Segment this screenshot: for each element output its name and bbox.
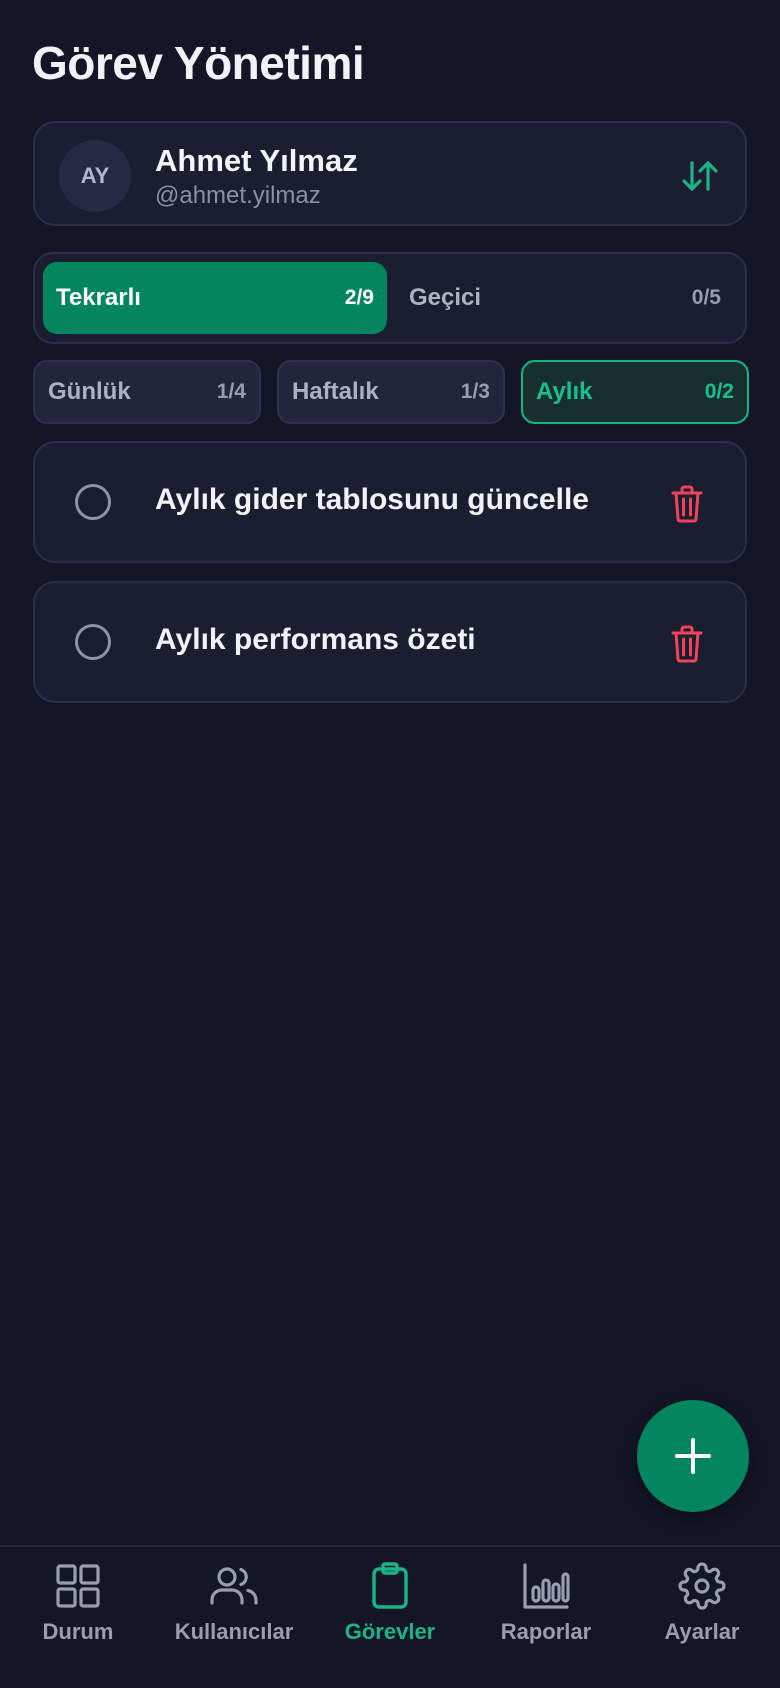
delete-task-button[interactable] [671, 485, 703, 523]
page-title: Görev Yönetimi [32, 37, 365, 89]
nav-label: Görevler [344, 1619, 436, 1644]
tab-temporary-count: 0/5 [691, 286, 721, 309]
period-monthly-label: Aylık [536, 378, 593, 405]
tab-recurring-label: Tekrarlı [56, 284, 141, 311]
trash-icon [671, 625, 703, 663]
task-checkbox[interactable] [75, 624, 111, 660]
nav-item-kullanicilar[interactable]: Kullanıcılar [156, 1561, 312, 1661]
period-weekly-count: 1/3 [460, 380, 490, 403]
nav-label: Ayarlar [664, 1619, 740, 1644]
tab-recurring[interactable]: Tekrarlı 2/9 [43, 262, 387, 334]
nav-item-durum[interactable]: Durum [0, 1561, 156, 1661]
nav-label: Kullanıcılar [174, 1619, 294, 1644]
nav-item-raporlar[interactable]: Raporlar [468, 1561, 624, 1661]
task-checkbox[interactable] [75, 484, 111, 520]
period-monthly[interactable]: Aylık 0/2 [521, 360, 749, 424]
switch-user-button[interactable] [677, 153, 723, 199]
bar-chart-icon [523, 1563, 570, 1609]
task-title: Aylık gider tablosunu güncelle [155, 483, 589, 516]
period-daily-label: Günlük [48, 378, 131, 405]
nav-item-ayarlar[interactable]: Ayarlar [624, 1561, 780, 1661]
period-weekly[interactable]: Haftalık 1/3 [277, 360, 505, 424]
clipboard-icon [372, 1562, 408, 1609]
nav-label: Durum [42, 1619, 114, 1644]
add-task-button[interactable] [637, 1400, 749, 1512]
delete-task-button[interactable] [671, 625, 703, 663]
task-type-segment: Tekrarlı 2/9 Geçici 0/5 [33, 252, 747, 344]
period-monthly-count: 0/2 [704, 380, 734, 403]
tab-recurring-count: 2/9 [344, 286, 374, 309]
task-title: Aylık performans özeti [155, 623, 476, 656]
user-handle: @ahmet.yilmaz [155, 182, 321, 209]
period-daily-count: 1/4 [216, 380, 246, 403]
settings-icon [678, 1562, 726, 1610]
plus-icon [675, 1438, 711, 1474]
user-name: Ahmet Yılmaz [155, 143, 358, 178]
trash-icon [671, 485, 703, 523]
nav-item-gorevler[interactable]: Görevler [312, 1561, 468, 1661]
period-weekly-label: Haftalık [292, 378, 379, 405]
tab-temporary[interactable]: Geçici 0/5 [395, 262, 739, 334]
task-item: Aylık performans özeti [33, 581, 747, 703]
period-daily[interactable]: Günlük 1/4 [33, 360, 261, 424]
user-card: AY Ahmet Yılmaz @ahmet.yilmaz [33, 121, 747, 226]
swap-vertical-icon [682, 161, 718, 191]
nav-label: Raporlar [500, 1619, 592, 1644]
tab-temporary-label: Geçici [409, 284, 482, 311]
task-item: Aylık gider tablosunu güncelle [33, 441, 747, 563]
avatar: AY [59, 140, 131, 212]
users-icon [210, 1567, 258, 1605]
bottom-navigation: Durum Kullanıcılar Görevler Raporlar Aya… [0, 1545, 780, 1688]
grid-icon [56, 1564, 100, 1608]
